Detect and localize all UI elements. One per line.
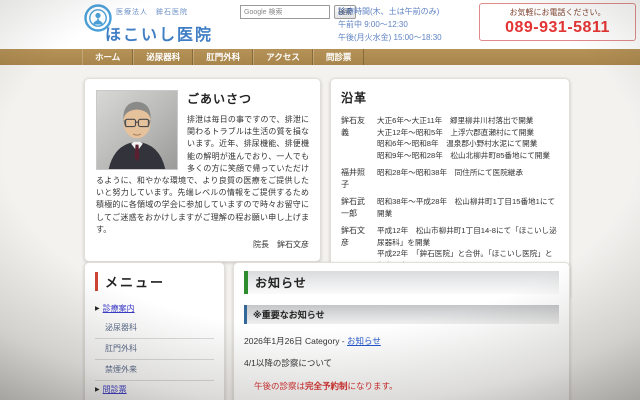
news-section: お知らせ ※重要なお知らせ 2026年1月26日 Category - お知らせ… <box>233 262 570 400</box>
history-entries: 昭和38年～平成28年 松山柳井町1丁目15番地1にて開業 <box>377 196 559 219</box>
header: 医療法人 鉾石医院 ほこいし医院 検索 診療時間(木、土は午前のみ) 午前中 9… <box>0 0 640 49</box>
notice-text: 午後の診察は <box>254 381 306 391</box>
history-row: 鉾石武一郎 昭和38年～平成28年 松山柳井町1丁目15番地1にて開業 <box>341 196 559 219</box>
history-entry: 昭和28年～昭和38年 同住所にて医院継承 <box>377 168 523 177</box>
hours-line-2: 午前中 9:00～12:30 <box>338 20 408 29</box>
news-category-link[interactable]: お知らせ <box>347 336 381 346</box>
clinic-hours: 診療時間(木、土は午前のみ) 午前中 9:00～12:30 午後(月火水金) 1… <box>338 5 476 44</box>
history-entry: 昭和6年～昭和8年 温泉郡小野村水泥にて開業 <box>377 139 538 148</box>
triangle-bullet-icon: ▶ <box>95 387 100 393</box>
history-title: 沿革 <box>341 91 368 105</box>
menu-title: メニュー <box>95 272 214 291</box>
important-notice-bar: ※重要なお知らせ <box>244 305 559 324</box>
news-title: お知らせ <box>244 271 559 294</box>
menu-item-questionnaire[interactable]: ▶ 問診票 <box>95 381 214 399</box>
nav-item-proctology[interactable]: 肛門外科 <box>193 49 254 65</box>
news-post-title: 4/1以降の診察について <box>244 358 333 368</box>
nav-item-access[interactable]: アクセス <box>253 49 313 65</box>
phone-number: 089-931-5811 <box>505 19 610 36</box>
triangle-bullet-icon: ▶ <box>95 306 100 312</box>
page: 医療法人 鉾石医院 ほこいし医院 検索 診療時間(木、土は午前のみ) 午前中 9… <box>0 0 640 400</box>
news-notice: 午後の診察は完全予約制になります。 <box>254 380 559 392</box>
search-input[interactable] <box>240 5 330 19</box>
history-person-name: 福井照子 <box>341 168 365 189</box>
history-entry: 平成12年 松山市柳井町1丁目14-8にて「ほこいし泌尿器科」を開業 <box>377 226 557 247</box>
sidebar-menu: メニュー ▶ 診療案内 泌尿器科 肛門外科 禁煙外来 ▶ 問診票 ▶ 病気のお話… <box>84 262 225 400</box>
corporation-label: 医療法人 鉾石医院 <box>116 9 188 16</box>
history-entry: 大正6年～大正11年 郷里柳井川村落出で開業 <box>377 116 534 125</box>
nav-item-questionnaire[interactable]: 問診票 <box>312 49 365 65</box>
history-person-name: 鉾石友義 <box>341 116 365 137</box>
clinic-name: ほこいし医院 <box>105 27 214 44</box>
nav-item-home[interactable]: ホーム <box>82 49 134 65</box>
history-entries: 昭和28年～昭和38年 同住所にて医院継承 <box>377 167 559 190</box>
phone-box: お気軽にお電話ください。 089-931-5811 <box>479 3 636 41</box>
history-entry: 昭和38年～平成28年 松山柳井町1丁目15番地1にて開業 <box>377 197 556 218</box>
nav-item-urology[interactable]: 泌尿器科 <box>133 49 194 65</box>
hours-line-3: 午後(月火水金) 15:00～18:30 <box>338 33 442 42</box>
history-row: 鉾石友義 大正6年～大正11年 郷里柳井川村落出で開業 大正12年～昭和5年 上… <box>341 115 559 161</box>
history-entry: 昭和9年～昭和28年 松山北柳井町85番地にて開業 <box>377 150 550 160</box>
menu-item-proctology[interactable]: 肛門外科 <box>95 339 214 360</box>
director-photo <box>96 90 178 170</box>
news-date: 2026年1月26日 <box>244 336 303 346</box>
phone-label: お気軽にお電話ください。 <box>509 8 606 17</box>
greeting-section: ごあいさつ 排泄は毎日の事ですので、排泄に関わるトラブルは生活の質を損ないます。… <box>84 78 321 263</box>
main-nav: ホーム 泌尿器科 肛門外科 アクセス 問診票 <box>0 49 640 65</box>
history-row: 福井照子 昭和28年～昭和38年 同住所にて医院継承 <box>341 167 559 190</box>
greeting-signature: 院長 鉾石文彦 <box>253 240 309 250</box>
history-entry: 大正12年～昭和5年 上浮穴郡直瀬村にて開業 <box>377 127 534 137</box>
menu-item-no-smoking[interactable]: 禁煙外来 <box>95 360 214 381</box>
notice-text: になります。 <box>347 381 398 391</box>
menu-item-urology[interactable]: 泌尿器科 <box>95 318 214 339</box>
news-category-prefix: Category - <box>302 336 347 346</box>
menu-item-shinryo-annai[interactable]: ▶ 診療案内 <box>95 300 214 318</box>
hours-line-1: 診療時間(木、土は午前のみ) <box>338 7 440 16</box>
menu-link-shinryo-annai[interactable]: 診療案内 <box>103 304 135 314</box>
news-meta: 2026年1月26日 Category - お知らせ <box>244 335 559 347</box>
menu-link-questionnaire[interactable]: 問診票 <box>103 385 127 395</box>
logo[interactable]: 医療法人 鉾石医院 ほこいし医院 <box>84 3 234 47</box>
notice-bold-text: 完全予約制 <box>305 381 348 391</box>
history-entries: 大正6年～大正11年 郷里柳井川村落出で開業 大正12年～昭和5年 上浮穴郡直瀬… <box>377 115 559 161</box>
history-person-name: 鉾石武一郎 <box>341 197 365 218</box>
